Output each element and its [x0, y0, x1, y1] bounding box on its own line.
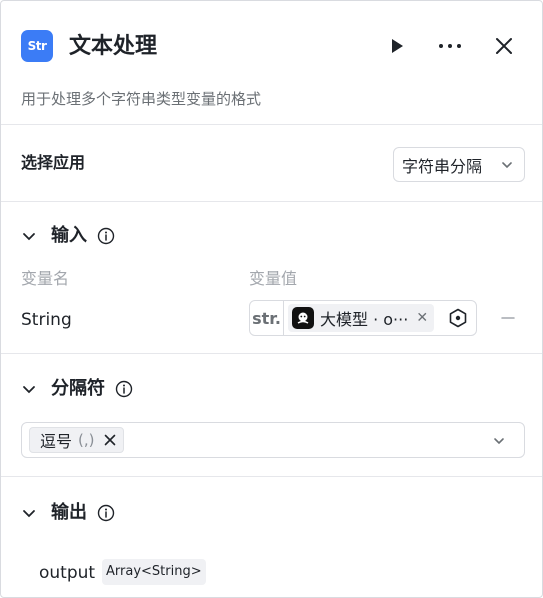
input-section-label: 输入	[51, 225, 87, 246]
variable-value-field[interactable]: str. 大模型 · o··· ✕	[249, 300, 477, 336]
more-icon	[439, 44, 461, 48]
close-icon	[496, 38, 512, 54]
clear-reference-icon[interactable]: ✕	[416, 310, 428, 326]
output-variable-name: output	[39, 563, 96, 583]
delimiter-tag-label: 逗号	[40, 432, 73, 451]
reference-text: 大模型 · o···	[320, 310, 409, 329]
apply-section: 选择应用 字符串分隔	[1, 125, 542, 202]
output-type-badge: Array<String>	[102, 559, 206, 585]
column-header-value: 变量值	[249, 269, 298, 288]
text-node-icon-label: Str	[27, 39, 47, 53]
collapse-chevron-icon[interactable]	[21, 228, 37, 244]
apply-select[interactable]: 字符串分隔	[393, 147, 525, 182]
remove-row-button[interactable]	[499, 308, 517, 328]
delimiter-tag-symbol: (,)	[78, 431, 95, 449]
delimiter-select[interactable]: 逗号 (,)	[21, 422, 525, 458]
panel-title: 文本处理	[69, 34, 158, 59]
reference-chip: 大模型 · o··· ✕	[288, 304, 435, 332]
output-section-header: 输出	[21, 500, 115, 526]
play-icon	[392, 39, 403, 53]
variable-name: String	[21, 310, 72, 330]
minus-icon	[501, 317, 515, 319]
chevron-down-icon	[494, 438, 504, 445]
delimiter-section-header: 分隔符	[21, 376, 133, 402]
info-icon[interactable]	[97, 227, 115, 245]
text-processing-panel: Str 文本处理 用于处理多个字符串类型变量的格式 选择应用 字符串分隔 输入 …	[0, 0, 543, 598]
output-section-label: 输出	[51, 502, 87, 523]
type-tag: str.	[250, 301, 284, 335]
delimiter-section: 分隔符 逗号 (,)	[1, 354, 542, 477]
more-button[interactable]	[435, 31, 465, 61]
panel-description: 用于处理多个字符串类型变量的格式	[21, 90, 262, 108]
run-button[interactable]	[382, 31, 412, 61]
variable-picker-icon[interactable]	[448, 308, 468, 328]
output-section: 输出 output Array<String>	[1, 477, 542, 597]
panel-header: Str 文本处理 用于处理多个字符串类型变量的格式	[1, 1, 542, 125]
column-header-name: 变量名	[21, 269, 70, 288]
collapse-chevron-icon[interactable]	[21, 381, 37, 397]
info-icon[interactable]	[115, 380, 133, 398]
input-section: 输入 变量名 变量值 String str. 大模型 · o··· ✕	[1, 202, 542, 354]
info-icon[interactable]	[97, 504, 115, 522]
delimiter-tag: 逗号 (,)	[29, 427, 124, 453]
llm-node-icon	[292, 307, 314, 329]
collapse-chevron-icon[interactable]	[21, 505, 37, 521]
remove-tag-icon[interactable]	[103, 433, 117, 447]
apply-label: 选择应用	[21, 153, 86, 172]
apply-select-value: 字符串分隔	[402, 156, 483, 176]
input-section-header: 输入	[21, 223, 115, 249]
delimiter-section-label: 分隔符	[51, 378, 105, 399]
chevron-down-icon	[502, 162, 512, 169]
close-button[interactable]	[489, 31, 519, 61]
text-node-icon: Str	[21, 30, 53, 62]
